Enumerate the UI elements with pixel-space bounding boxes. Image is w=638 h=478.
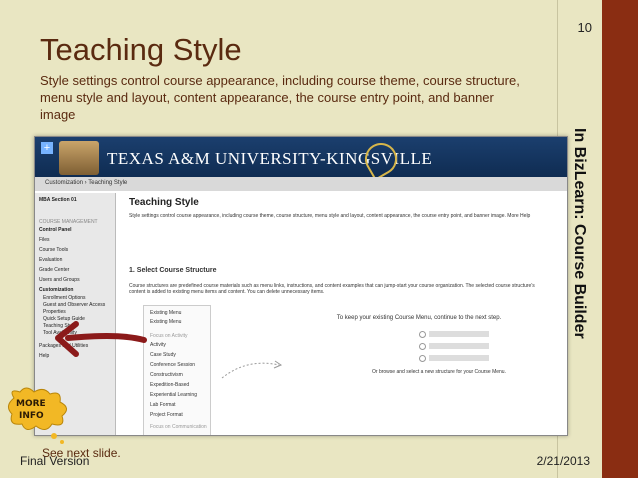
list-item[interactable]: Existing Menu	[150, 310, 181, 316]
plus-icon[interactable]: +	[41, 142, 53, 154]
placeholder-bar	[429, 343, 489, 349]
course-structure-list[interactable]: Existing Menu Existing Menu Focus on Act…	[143, 305, 211, 435]
javelina-logo-icon	[359, 137, 403, 181]
more-info-badge: MORE INFO	[6, 386, 76, 444]
section-heading: 1. Select Course Structure	[129, 267, 217, 274]
breadcrumb-text: Customization › Teaching Style	[45, 180, 128, 186]
list-item[interactable]: Activity	[150, 342, 166, 348]
list-item[interactable]: Conference Session	[150, 362, 195, 368]
sidebar-item-customization[interactable]: Customization	[39, 287, 73, 293]
footer-version: Final Version	[20, 454, 90, 468]
sidebar-item-users-groups[interactable]: Users and Groups	[39, 277, 80, 283]
vertical-side-title: In BizLearn: Course Builder	[564, 128, 594, 388]
page-title: Teaching Style	[129, 197, 199, 208]
radio-button[interactable]	[419, 355, 426, 362]
right-accent-bar	[602, 0, 638, 478]
red-pointer-arrow-icon	[55, 321, 147, 357]
slide-number: 10	[577, 20, 592, 35]
sidebar-item-course[interactable]: MBA Section 01	[39, 197, 77, 203]
placeholder-bar	[429, 331, 489, 337]
sidebar-item-control-panel[interactable]: Control Panel	[39, 227, 72, 233]
sidebar-subitem-guest[interactable]: Guest and Observer Access	[43, 302, 105, 308]
dotted-hint-arrow	[221, 360, 283, 379]
sidebar-heading: COURSE MANAGEMENT	[39, 219, 98, 225]
keep-menu-message: To keep your existing Course Menu, conti…	[336, 315, 502, 321]
list-item[interactable]: Project Format	[150, 412, 183, 418]
browse-message: Or browse and select a new structure for…	[372, 369, 506, 375]
list-item[interactable]: Existing Menu	[150, 319, 181, 325]
more-info-burst-icon: MORE INFO	[8, 387, 67, 444]
svg-text:INFO: INFO	[19, 411, 44, 421]
sidebar-item-grade-center[interactable]: Grade Center	[39, 267, 69, 273]
side-title-text: In BizLearn: Course Builder	[571, 128, 588, 339]
sidebar-item-files[interactable]: Files	[39, 237, 50, 243]
list-item[interactable]: Lab Format	[150, 402, 176, 408]
sidebar-item-evaluation[interactable]: Evaluation	[39, 257, 62, 263]
teaching-style-page: Teaching Style Style settings control co…	[119, 193, 567, 435]
sidebar-item-course-tools[interactable]: Course Tools	[39, 247, 68, 253]
list-item[interactable]: Experiential Learning	[150, 392, 197, 398]
placeholder-bar	[429, 355, 489, 361]
tower-image	[59, 141, 99, 175]
university-banner: + TEXAS A&M UNIVERSITY-KINGSVILLE	[35, 137, 567, 181]
radio-button[interactable]	[419, 343, 426, 350]
list-item[interactable]: Constructivism	[150, 372, 183, 378]
radio-button[interactable]	[419, 331, 426, 338]
footer-date: 2/21/2013	[536, 454, 590, 468]
breadcrumb: Customization › Teaching Style	[35, 177, 567, 191]
list-group-heading: Focus on Communication	[150, 424, 207, 430]
embedded-screenshot: + TEXAS A&M UNIVERSITY-KINGSVILLE Custom…	[34, 136, 568, 436]
section-description: Course structures are predefined course …	[129, 283, 535, 295]
list-group-heading: Focus on Activity	[150, 333, 188, 339]
sidebar-item-help[interactable]: Help	[39, 353, 49, 359]
slide-title: Teaching Style	[40, 32, 242, 67]
slide-subtitle: Style settings control course appearance…	[40, 73, 520, 122]
list-item[interactable]: Expedition-Based	[150, 382, 189, 388]
page-description: Style settings control course appearance…	[129, 213, 531, 219]
list-item[interactable]: Case Study	[150, 352, 176, 358]
sidebar-subitem-enrollment[interactable]: Enrollment Options	[43, 295, 86, 301]
more-info-text: MORE	[16, 399, 46, 409]
